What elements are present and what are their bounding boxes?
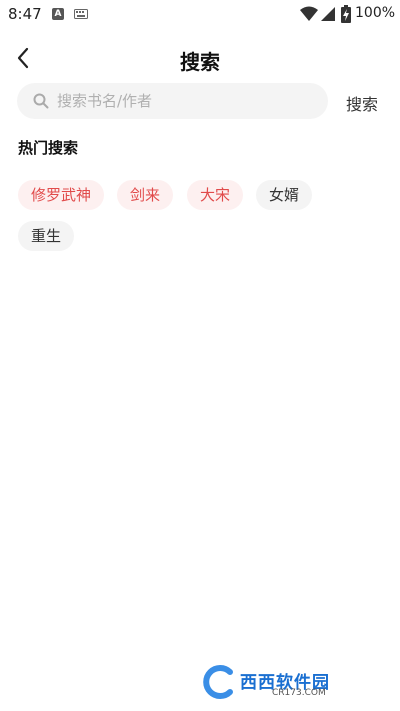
watermark-logo: 西西软件园 CR173.COM bbox=[200, 662, 382, 702]
wifi-icon bbox=[300, 6, 318, 21]
hot-search-title: 热门搜索 bbox=[18, 139, 79, 157]
signal-icon bbox=[321, 7, 335, 21]
hot-tag-1[interactable]: 修罗武神 bbox=[18, 180, 105, 210]
search-box[interactable] bbox=[17, 83, 328, 119]
app-notification-icon: A bbox=[52, 8, 64, 20]
hot-tag-4[interactable]: 女婿 bbox=[256, 180, 313, 210]
battery-icon bbox=[341, 5, 351, 23]
keyboard-icon bbox=[74, 9, 88, 19]
search-input[interactable] bbox=[57, 83, 317, 119]
hot-tag-3[interactable]: 大宋 bbox=[187, 180, 244, 210]
search-icon bbox=[33, 93, 49, 109]
watermark-url: CR173.COM bbox=[272, 688, 326, 698]
status-time: 8:47 bbox=[8, 5, 42, 23]
watermark-c-icon bbox=[203, 665, 233, 699]
battery-percent: 100% bbox=[355, 5, 396, 21]
status-bar: 8:47 A 100% bbox=[0, 0, 400, 30]
top-bar: 搜索 bbox=[0, 40, 400, 76]
hot-tag-5[interactable]: 重生 bbox=[18, 221, 75, 251]
hot-tag-2[interactable]: 剑来 bbox=[117, 180, 174, 210]
search-button[interactable]: 搜索 bbox=[346, 91, 378, 115]
page-title: 搜索 bbox=[180, 50, 220, 74]
